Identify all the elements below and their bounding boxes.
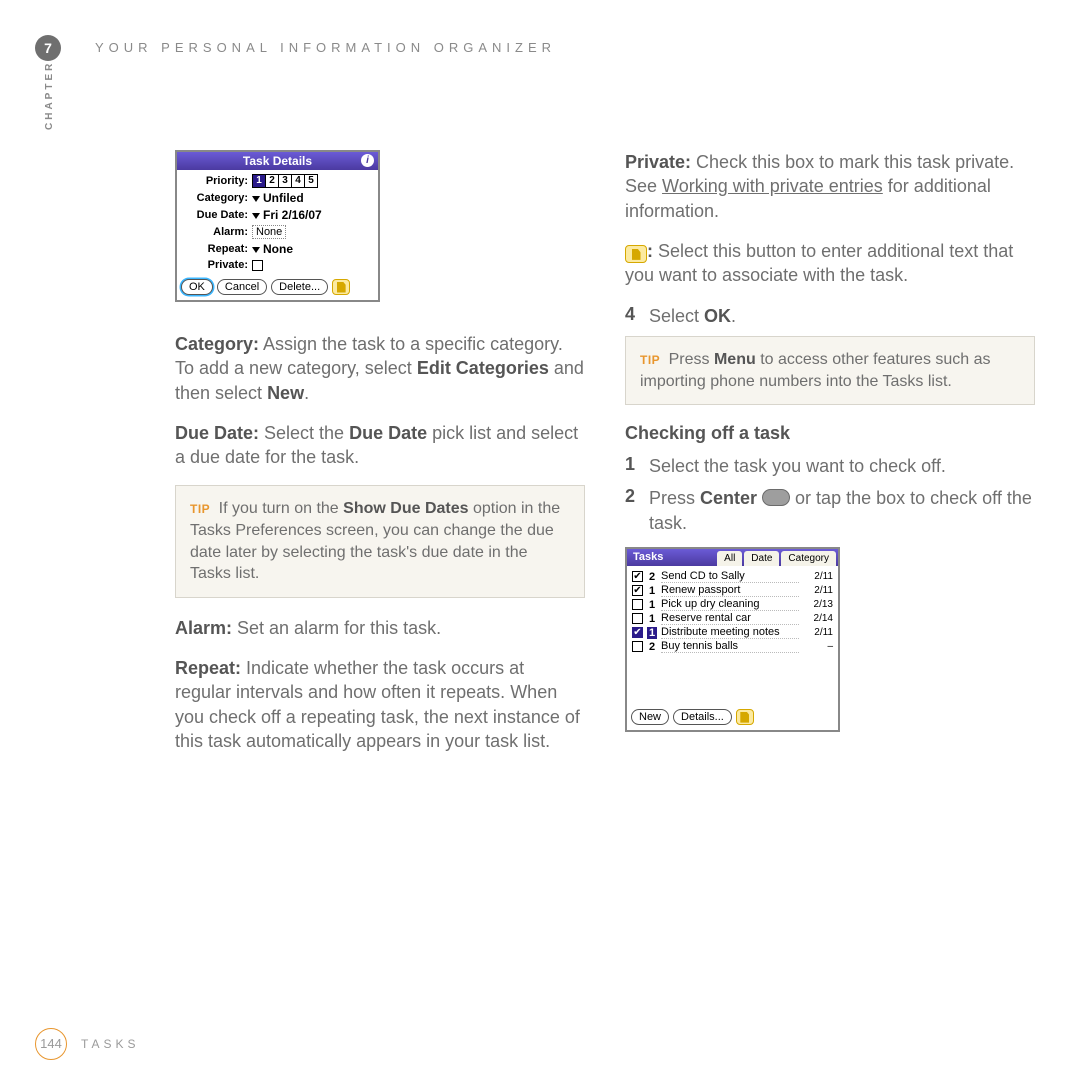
tab-all[interactable]: All: [717, 551, 742, 566]
private-label: Private:: [183, 259, 248, 271]
task-name: Pick up dry cleaning: [661, 598, 799, 611]
alarm-value[interactable]: None: [252, 225, 286, 239]
details-button[interactable]: Details...: [673, 709, 732, 725]
task-priority: 2: [647, 641, 657, 653]
note-icon-button[interactable]: [736, 709, 754, 725]
page-number: 144: [35, 1028, 67, 1060]
task-checkbox[interactable]: [632, 641, 643, 652]
task-date: 2/11: [803, 585, 833, 596]
tasks-list-screenshot: Tasks All Date Category 2 Send CD to Sall…: [625, 547, 840, 732]
paragraph-repeat: Repeat: Indicate whether the task occurs…: [175, 656, 585, 753]
priority-1[interactable]: 1: [252, 174, 266, 188]
tip-box-due-dates: TIP If you turn on the Show Due Dates op…: [175, 485, 585, 597]
private-checkbox[interactable]: [252, 260, 263, 271]
paragraph-alarm: Alarm: Set an alarm for this task.: [175, 616, 585, 640]
category-label: Category:: [183, 192, 248, 204]
task-name: Send CD to Sally: [661, 570, 799, 583]
due-date-dropdown[interactable]: Fri 2/16/07: [252, 208, 322, 222]
dropdown-icon: [252, 196, 260, 202]
task-row[interactable]: 1 Distribute meeting notes 2/11: [632, 626, 833, 639]
task-priority: 2: [647, 571, 657, 583]
task-priority: 1: [647, 613, 657, 625]
chapter-vertical-label: CHAPTER: [44, 61, 55, 130]
task-row[interactable]: 2 Buy tennis balls–: [632, 640, 833, 653]
step-4: 4 Select OK.: [625, 304, 1035, 328]
note-icon: [632, 249, 641, 260]
task-details-screenshot: Task Details i Priority: 1 2 3 4 5: [175, 150, 380, 302]
task-details-title: Task Details: [243, 154, 312, 168]
step-2: 2 Press Center or tap the box to check o…: [625, 486, 1035, 535]
task-row[interactable]: 1 Pick up dry cleaning 2/13: [632, 598, 833, 611]
priority-5[interactable]: 5: [304, 174, 318, 188]
repeat-label: Repeat:: [183, 243, 248, 255]
paragraph-private: Private: Check this box to mark this tas…: [625, 150, 1035, 223]
heading-checking-off: Checking off a task: [625, 423, 1035, 444]
task-row[interactable]: 1 Renew passport 2/11: [632, 584, 833, 597]
task-date: 2/11: [803, 571, 833, 582]
footer-section-title: TASKS: [81, 1037, 139, 1051]
task-checkbox[interactable]: [632, 627, 643, 638]
link-private-entries[interactable]: Working with private entries: [662, 176, 883, 196]
category-dropdown[interactable]: Unfiled: [252, 191, 304, 205]
task-name: Reserve rental car: [661, 612, 799, 625]
dropdown-icon: [252, 247, 260, 253]
paragraph-due-date: Due Date: Select the Due Date pick list …: [175, 421, 585, 470]
task-row[interactable]: 2 Send CD to Sally 2/11: [632, 570, 833, 583]
priority-selector[interactable]: 1 2 3 4 5: [252, 174, 317, 188]
running-header: YOUR PERSONAL INFORMATION ORGANIZER: [95, 40, 556, 55]
tip-label: TIP: [190, 502, 210, 516]
new-button[interactable]: New: [631, 709, 669, 725]
tip-box-menu: TIP Press Menu to access other features …: [625, 336, 1035, 405]
note-icon-button[interactable]: [332, 279, 350, 295]
tab-category[interactable]: Category: [781, 551, 836, 566]
task-name: Distribute meeting notes: [661, 626, 799, 639]
task-priority: 1: [647, 627, 657, 639]
alarm-label: Alarm:: [183, 226, 248, 238]
cancel-button[interactable]: Cancel: [217, 279, 267, 295]
paragraph-note-button: : Select this button to enter additional…: [625, 239, 1035, 288]
task-date: 2/13: [803, 599, 833, 610]
task-priority: 1: [647, 599, 657, 611]
task-date: –: [803, 641, 833, 652]
tasks-list-title: Tasks: [627, 549, 669, 566]
priority-3[interactable]: 3: [278, 174, 292, 188]
task-checkbox[interactable]: [632, 599, 643, 610]
task-details-titlebar: Task Details i: [177, 152, 378, 170]
task-row[interactable]: 1 Reserve rental car 2/14: [632, 612, 833, 625]
priority-2[interactable]: 2: [265, 174, 279, 188]
priority-4[interactable]: 4: [291, 174, 305, 188]
repeat-dropdown[interactable]: None: [252, 242, 293, 256]
task-checkbox[interactable]: [632, 613, 643, 624]
task-name: Buy tennis balls: [661, 640, 799, 653]
step-1: 1 Select the task you want to check off.: [625, 454, 1035, 478]
ok-button[interactable]: OK: [181, 279, 213, 295]
dropdown-icon: [252, 213, 260, 219]
task-name: Renew passport: [661, 584, 799, 597]
task-date: 2/14: [803, 613, 833, 624]
info-icon[interactable]: i: [361, 154, 374, 167]
task-priority: 1: [647, 585, 657, 597]
priority-label: Priority:: [183, 175, 248, 187]
note-icon-inline: [625, 245, 647, 263]
task-checkbox[interactable]: [632, 585, 643, 596]
note-icon: [337, 282, 346, 293]
delete-button[interactable]: Delete...: [271, 279, 328, 295]
due-date-label: Due Date:: [183, 209, 248, 221]
chapter-number-badge: 7: [35, 35, 61, 61]
note-icon: [740, 712, 749, 723]
center-button-icon: [762, 489, 790, 506]
task-date: 2/11: [803, 627, 833, 638]
tip-label: TIP: [640, 353, 660, 367]
paragraph-category: Category: Assign the task to a specific …: [175, 332, 585, 405]
tab-date[interactable]: Date: [744, 551, 779, 566]
task-checkbox[interactable]: [632, 571, 643, 582]
